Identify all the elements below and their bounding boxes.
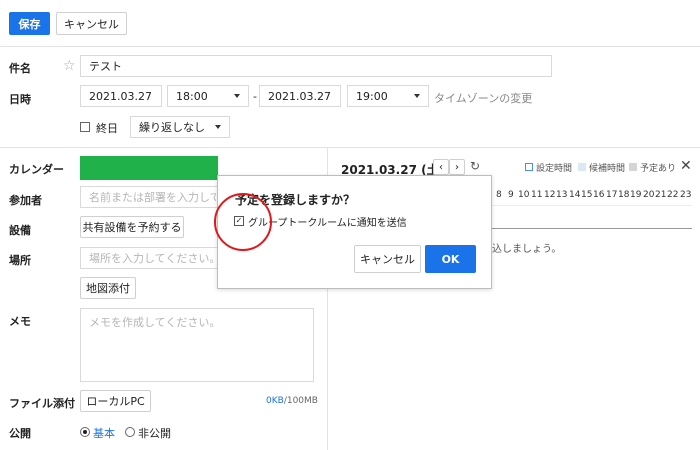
attachment-size-limit: /100MB — [283, 396, 318, 406]
hour-label: 19 — [630, 190, 642, 200]
attendees-input[interactable]: 名前または部署を入力してく — [80, 186, 225, 208]
start-time-select[interactable]: 18:00 — [167, 85, 249, 107]
hour-label: 18 — [618, 190, 630, 200]
hour-label: 13 — [556, 190, 568, 200]
hour-label: 8 — [496, 190, 502, 200]
dialog-ok-button[interactable]: OK — [425, 245, 476, 273]
legend-set-time: 設定時間 — [536, 164, 573, 174]
local-pc-button[interactable]: ローカルPC — [80, 390, 151, 412]
start-date-value: 2021.03.27 — [89, 89, 152, 103]
hour-label: 16 — [593, 190, 605, 200]
visibility-label: 公開 — [9, 427, 31, 440]
close-icon[interactable]: ✕ — [680, 158, 692, 174]
schedule-hint: 込しましょう。 — [492, 244, 562, 255]
location-placeholder: 場所を入力してください。 — [89, 252, 216, 265]
attach-map-button[interactable]: 地図添付 — [80, 277, 136, 299]
memo-textarea[interactable]: メモを作成してください。 — [80, 308, 314, 382]
repeat-value: 繰り返しなし — [139, 121, 205, 134]
chevron-right-icon: › — [455, 161, 459, 173]
attachment-label: ファイル添付 — [9, 397, 75, 410]
timeline-row-line — [492, 205, 692, 206]
start-date-input[interactable]: 2021.03.27 — [80, 85, 162, 107]
calendar-label: カレンダー — [9, 163, 64, 176]
legend-set-swatch — [525, 163, 533, 171]
legend-busy-swatch — [629, 163, 637, 171]
hour-label: 11 — [531, 190, 543, 200]
all-day-checkbox[interactable] — [80, 122, 90, 132]
hour-label: 10 — [518, 190, 530, 200]
hour-label: 14 — [569, 190, 581, 200]
memo-label: メモ — [9, 315, 31, 328]
star-icon[interactable]: ☆ — [63, 58, 76, 74]
toolbar-divider — [0, 46, 700, 47]
location-label: 場所 — [9, 254, 31, 267]
prev-day-button[interactable]: ‹ — [433, 159, 449, 175]
save-button[interactable]: 保存 — [9, 12, 50, 35]
timeline-bottom-line — [492, 228, 692, 229]
timezone-link[interactable]: タイムゾーンの変更 — [434, 90, 532, 106]
hour-label: 9 — [508, 190, 514, 200]
start-time-value: 18:00 — [176, 89, 208, 103]
datetime-separator: - — [253, 90, 257, 103]
equipment-label: 設備 — [9, 224, 31, 237]
visibility-radio-default[interactable] — [80, 427, 90, 437]
highlight-circle — [214, 193, 272, 251]
attendees-placeholder: 名前または部署を入力してく — [89, 191, 216, 204]
legend-candidate-swatch — [578, 163, 586, 171]
hour-label: 17 — [606, 190, 618, 200]
reserve-equipment-button[interactable]: 共有設備を予約する — [80, 216, 184, 238]
repeat-select[interactable]: 繰り返しなし — [130, 116, 230, 138]
cancel-button[interactable]: キャンセル — [56, 12, 127, 35]
section-divider — [0, 147, 700, 148]
legend-candidate-time: 候補時間 — [589, 164, 626, 174]
all-day-label: 終日 — [96, 122, 118, 135]
chevron-down-icon — [414, 94, 420, 98]
hour-label: 20 — [643, 190, 655, 200]
hour-label: 21 — [655, 190, 667, 200]
memo-placeholder: メモを作成してください。 — [89, 316, 221, 329]
visibility-option-default: 基本 — [93, 427, 115, 440]
subject-value: テスト — [89, 60, 122, 73]
visibility-radio-private[interactable] — [125, 427, 135, 437]
subject-label: 件名 — [9, 62, 31, 75]
legend-busy: 予定あり — [640, 164, 677, 174]
attachment-size-used: 0KB — [266, 396, 284, 406]
hour-label: 23 — [680, 190, 692, 200]
end-time-select[interactable]: 19:00 — [347, 85, 429, 107]
attachment-size: 0KB/100MB — [266, 396, 318, 406]
chevron-left-icon: ‹ — [439, 161, 443, 173]
hour-label: 12 — [544, 190, 556, 200]
location-input[interactable]: 場所を入力してください。 — [80, 247, 225, 269]
chevron-down-icon — [215, 125, 221, 129]
hour-label: 22 — [667, 190, 679, 200]
dialog-cancel-button[interactable]: キャンセル — [354, 245, 421, 273]
chevron-down-icon — [234, 94, 240, 98]
next-day-button[interactable]: › — [449, 159, 465, 175]
hour-label: 15 — [581, 190, 593, 200]
datetime-label: 日時 — [9, 93, 31, 106]
end-time-value: 19:00 — [356, 89, 388, 103]
attendees-label: 参加者 — [9, 194, 42, 207]
subject-input[interactable]: テスト — [80, 55, 552, 77]
calendar-color-swatch[interactable] — [80, 156, 218, 180]
refresh-icon[interactable]: ↻ — [470, 159, 480, 173]
end-date-value: 2021.03.27 — [268, 89, 331, 103]
end-date-input[interactable]: 2021.03.27 — [259, 85, 341, 107]
visibility-option-private: 非公開 — [138, 427, 171, 440]
